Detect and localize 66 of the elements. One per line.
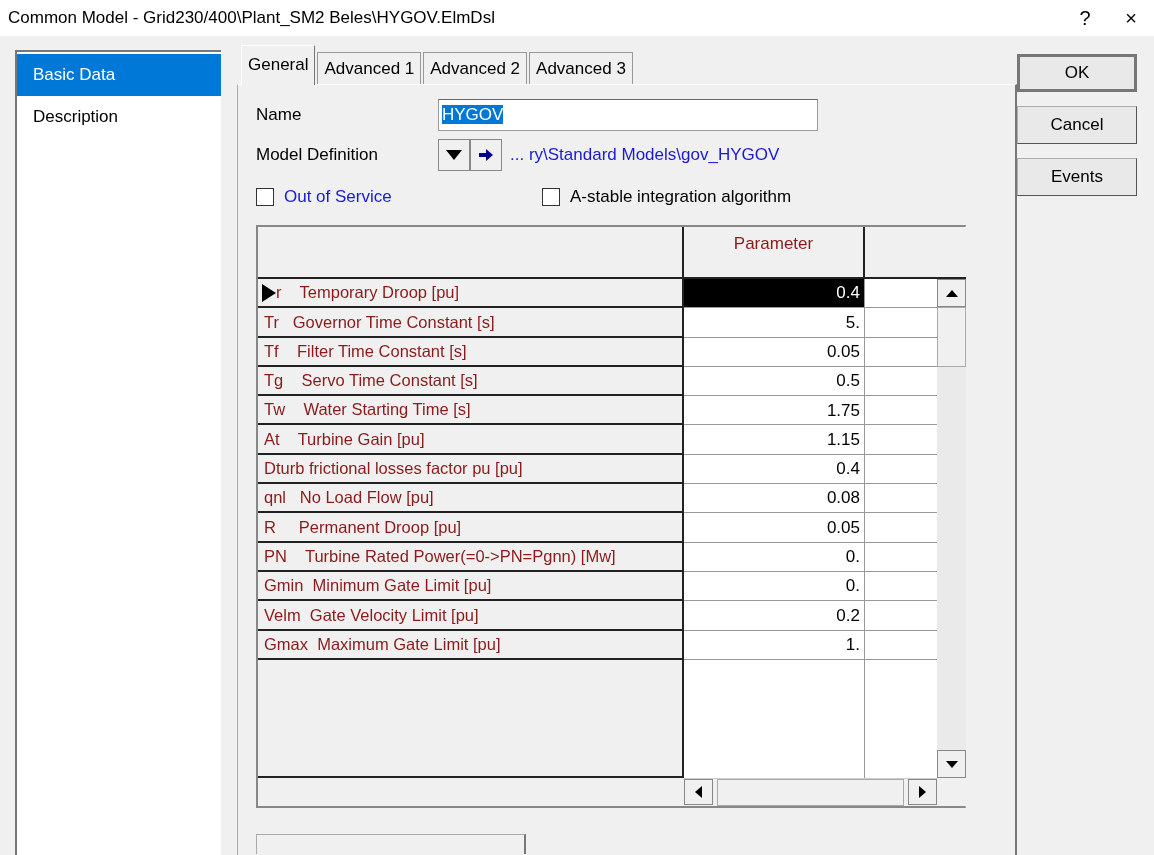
- help-button[interactable]: ?: [1062, 3, 1108, 33]
- close-button[interactable]: ×: [1108, 3, 1154, 33]
- label-text: Tr Governor Time Constant [s]: [264, 311, 495, 333]
- row-pointer-icon: [262, 283, 276, 302]
- tab[interactable]: Advanced 3: [529, 51, 633, 84]
- label-text: Tg Servo Time Constant [s]: [264, 370, 478, 392]
- sidebar-item[interactable]: Basic Data: [17, 54, 221, 96]
- left-arrow-icon: [695, 786, 702, 798]
- value-cell[interactable]: 0.05: [684, 513, 865, 543]
- scroll-up-button[interactable]: [937, 279, 966, 307]
- sidebar-item[interactable]: Description: [17, 96, 221, 138]
- checkbox[interactable]: [256, 188, 274, 206]
- dropdown-button[interactable]: [438, 139, 470, 171]
- tab[interactable]: General: [241, 44, 316, 85]
- label-text: At Turbine Gain [pu]: [264, 428, 425, 450]
- value-cell[interactable]: 0.08: [684, 484, 865, 514]
- dialog-button[interactable]: Cancel: [1017, 106, 1137, 144]
- label-text: Velm Gate Velocity Limit [pu]: [264, 604, 479, 626]
- dialog-button[interactable]: OK: [1017, 54, 1137, 92]
- value-cell[interactable]: 1.15: [684, 425, 865, 455]
- right-arrow-icon: [919, 786, 926, 798]
- label-text: Tw Water Starting Time [s]: [264, 399, 471, 421]
- dialog-button[interactable]: Events: [1017, 158, 1137, 196]
- value-cell[interactable]: 0.4: [684, 279, 865, 309]
- horizontal-scrollbar[interactable]: [684, 778, 937, 806]
- label-text: Gmin Minimum Gate Limit [pu]: [264, 575, 492, 597]
- field-label: Model Definition: [256, 144, 379, 167]
- label-text: R Permanent Droop [pu]: [264, 516, 462, 538]
- value-cell[interactable]: 0.: [684, 542, 865, 572]
- value-cell[interactable]: 0.4: [684, 454, 865, 485]
- value-cell[interactable]: 5.: [684, 308, 865, 338]
- label-text: r Temporary Droop [pu]: [276, 282, 460, 304]
- name-field[interactable]: HYGOV: [438, 99, 818, 131]
- scrollbar-corner: [937, 778, 966, 806]
- model-definition-link[interactable]: ... ry\Standard Models\gov_HYGOV: [510, 142, 780, 168]
- arrow-icon: [479, 149, 493, 161]
- scroll-left-button[interactable]: [684, 779, 713, 805]
- value-cell[interactable]: 1.: [684, 630, 865, 660]
- label-text: Dturb frictional losses factor pu [pu]: [264, 458, 523, 480]
- field-label: Name: [256, 104, 303, 127]
- value-cell[interactable]: 1.75: [684, 396, 865, 426]
- scroll-thumb[interactable]: [937, 307, 966, 367]
- caret-icon: [446, 150, 462, 160]
- scroll-thumb[interactable]: [717, 779, 904, 806]
- header-cell: [865, 227, 937, 279]
- label-text: Tf Filter Time Constant [s]: [264, 340, 467, 362]
- checkbox-label: A-stable integration algorithm: [570, 186, 792, 209]
- label-text: Gmax Maximum Gate Limit [pu]: [264, 633, 501, 655]
- value-cell[interactable]: 0.: [684, 571, 865, 602]
- value-cell[interactable]: 0.5: [684, 366, 865, 397]
- checkbox[interactable]: [542, 188, 560, 206]
- checkbox-label: Out of Service: [284, 186, 392, 209]
- tab[interactable]: Advanced 2: [423, 51, 528, 84]
- jump-button[interactable]: [470, 139, 502, 171]
- value-cell[interactable]: 0.05: [684, 337, 865, 367]
- up-arrow-icon: [945, 289, 958, 297]
- scroll-right-button[interactable]: [908, 779, 937, 805]
- vertical-scrollbar[interactable]: [937, 279, 966, 778]
- column-header: Parameter: [684, 227, 865, 279]
- down-arrow-icon: [945, 760, 958, 768]
- window-title: Common Model - Grid230/400\Plant_SM2 Beles\HYGOV.ElmDsl: [8, 7, 496, 30]
- label-text: qnl No Load Flow [pu]: [264, 487, 434, 509]
- tab[interactable]: Advanced 1: [317, 51, 422, 84]
- label-text: PN Turbine Rated Power(=0->PN=Pgnn) [Mw]: [264, 545, 616, 567]
- scroll-down-button[interactable]: [937, 750, 966, 778]
- value-cell[interactable]: 0.2: [684, 601, 865, 631]
